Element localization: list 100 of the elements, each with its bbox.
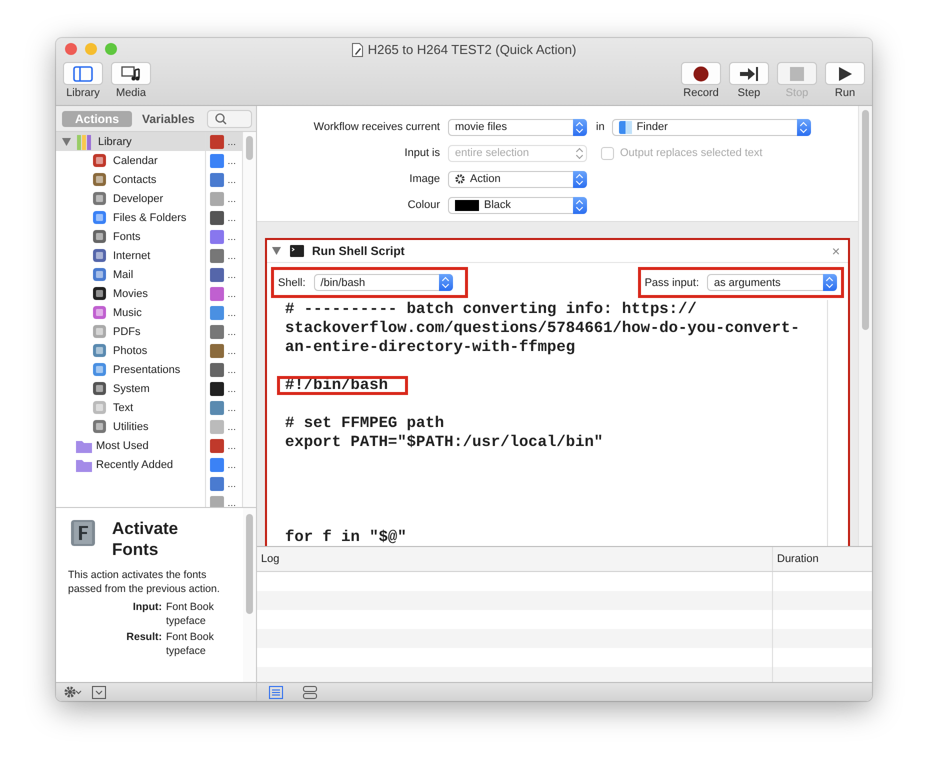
action-item[interactable]: … bbox=[206, 208, 242, 227]
action-item[interactable]: … bbox=[206, 341, 242, 360]
category-icon bbox=[92, 286, 107, 301]
field-label: Image bbox=[408, 173, 441, 185]
code-line: stackoverflow.com/questions/5784661/how-do-you-convert- bbox=[285, 319, 800, 338]
close-button[interactable]: × bbox=[832, 243, 840, 259]
library-item[interactable]: Text bbox=[56, 398, 206, 417]
category-icon bbox=[92, 229, 107, 244]
field-label: Input is bbox=[404, 147, 441, 159]
code-line: export PATH="$PATH:/usr/local/bin" bbox=[285, 433, 604, 452]
list-view-icon[interactable] bbox=[269, 686, 283, 698]
action-item[interactable]: … bbox=[206, 284, 242, 303]
shell-popup[interactable]: /bin/bash bbox=[314, 274, 453, 291]
close-icon[interactable] bbox=[65, 43, 77, 55]
category-icon bbox=[92, 324, 107, 339]
library-item[interactable]: Contacts bbox=[56, 170, 206, 189]
disclosure-icon[interactable] bbox=[62, 138, 72, 146]
action-item[interactable]: … bbox=[206, 265, 242, 284]
action-item[interactable]: … bbox=[206, 398, 242, 417]
action-item[interactable]: … bbox=[206, 132, 242, 151]
action-item[interactable]: … bbox=[206, 360, 242, 379]
library-item[interactable]: Presentations bbox=[56, 360, 206, 379]
library-toolbar-button[interactable] bbox=[63, 62, 103, 85]
action-item[interactable]: … bbox=[206, 455, 242, 474]
gear-icon[interactable] bbox=[64, 686, 82, 698]
step-button[interactable] bbox=[729, 62, 769, 85]
stop-icon bbox=[789, 66, 805, 82]
split-view-icon[interactable] bbox=[303, 686, 317, 698]
books-icon bbox=[76, 132, 94, 150]
action-icon bbox=[210, 438, 224, 452]
search-field[interactable] bbox=[207, 110, 252, 128]
input-type-popup[interactable]: movie files bbox=[448, 118, 587, 136]
scrollbar-thumb[interactable] bbox=[246, 514, 253, 614]
action-item[interactable]: … bbox=[206, 151, 242, 170]
code-line: for f in "$@" bbox=[285, 528, 407, 546]
application-popup[interactable]: Finder bbox=[612, 118, 811, 136]
library-item[interactable]: Calendar bbox=[56, 151, 206, 170]
library-item[interactable]: Developer bbox=[56, 189, 206, 208]
library-item[interactable]: Internet bbox=[56, 246, 206, 265]
scrollbar-thumb[interactable] bbox=[862, 110, 869, 330]
action-item[interactable]: … bbox=[206, 303, 242, 322]
action-title: Activate Fonts bbox=[112, 518, 180, 560]
category-icon bbox=[92, 172, 107, 187]
action-item[interactable]: … bbox=[206, 227, 242, 246]
library-item[interactable]: Library bbox=[56, 132, 206, 151]
scrollbar-thumb[interactable] bbox=[246, 136, 254, 160]
media-toolbar-button[interactable] bbox=[111, 62, 151, 85]
action-item[interactable]: … bbox=[206, 170, 242, 189]
action-icon bbox=[210, 286, 224, 300]
column-header[interactable]: Duration bbox=[773, 547, 819, 571]
action-icon bbox=[210, 192, 224, 206]
action-item[interactable]: … bbox=[206, 379, 242, 398]
category-icon bbox=[92, 305, 107, 320]
disclosure-icon[interactable] bbox=[272, 247, 282, 255]
search-icon bbox=[215, 112, 227, 124]
dropdown-icon[interactable] bbox=[92, 686, 106, 698]
font-book-icon bbox=[70, 518, 98, 548]
record-button[interactable] bbox=[681, 62, 721, 85]
folder-icon bbox=[76, 438, 92, 452]
column-header[interactable]: Log bbox=[257, 547, 773, 571]
category-icon bbox=[92, 419, 107, 434]
action-item[interactable]: … bbox=[206, 322, 242, 341]
toolbar-label: Step bbox=[738, 87, 760, 99]
sidebar-tab[interactable]: Variables bbox=[136, 110, 201, 126]
library-item[interactable]: PDFs bbox=[56, 322, 206, 341]
colour-popup[interactable]: Black bbox=[448, 196, 587, 214]
action-item[interactable]: … bbox=[206, 417, 242, 436]
category-icon bbox=[92, 248, 107, 263]
library-item[interactable]: Photos bbox=[56, 341, 206, 360]
library-item[interactable]: Fonts bbox=[56, 227, 206, 246]
gear-icon bbox=[455, 174, 465, 184]
media-icon bbox=[121, 66, 141, 82]
action-item[interactable]: … bbox=[206, 189, 242, 208]
action-icon bbox=[210, 496, 224, 507]
action-item[interactable]: … bbox=[206, 474, 242, 493]
library-item[interactable]: Recently Added bbox=[56, 455, 206, 474]
image-popup[interactable]: Action bbox=[448, 170, 587, 188]
code-line: #!/bin/bash bbox=[277, 376, 408, 395]
record-icon bbox=[693, 66, 709, 82]
action-icon bbox=[210, 248, 224, 262]
field-label: in bbox=[595, 121, 606, 133]
action-icon bbox=[210, 420, 224, 434]
field-value: Font Book typeface bbox=[166, 630, 215, 658]
library-item[interactable]: Most Used bbox=[56, 436, 206, 455]
action-item[interactable]: … bbox=[206, 246, 242, 265]
pass-input-popup[interactable]: as arguments bbox=[707, 274, 837, 291]
category-icon bbox=[92, 191, 107, 206]
field-label: Colour bbox=[406, 199, 441, 211]
run-button[interactable] bbox=[825, 62, 865, 85]
library-item[interactable]: Files & Folders bbox=[56, 208, 206, 227]
library-item[interactable]: Movies bbox=[56, 284, 206, 303]
library-item[interactable]: Utilities bbox=[56, 417, 206, 436]
action-item[interactable]: … bbox=[206, 493, 242, 507]
library-item[interactable]: Music bbox=[56, 303, 206, 322]
library-item[interactable]: System bbox=[56, 379, 206, 398]
library-item[interactable]: Mail bbox=[56, 265, 206, 284]
window-title: H265 to H264 TEST2 (Quick Action) bbox=[368, 42, 576, 57]
sidebar-icon bbox=[73, 66, 93, 82]
action-item[interactable]: … bbox=[206, 436, 242, 455]
field-label: Input: bbox=[132, 600, 162, 615]
